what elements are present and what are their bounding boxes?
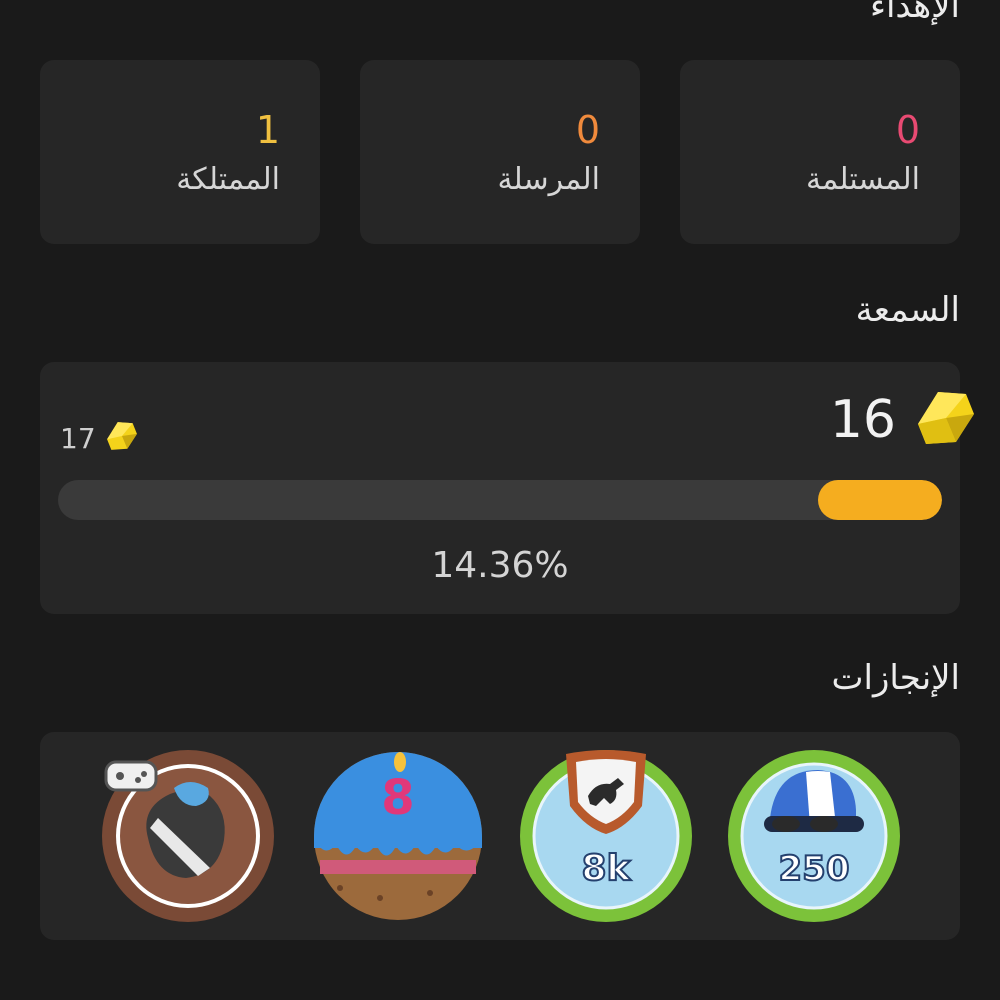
achievements-title: الإنجازات: [831, 658, 960, 698]
birthday-cake-badge-icon[interactable]: 8: [310, 748, 486, 924]
owned-label: الممتلكة: [176, 162, 280, 197]
sent-label: المرسلة: [497, 162, 600, 197]
horse-shield-badge-icon[interactable]: 8k: [518, 748, 694, 924]
small-gem-icon: [106, 420, 138, 456]
current-reputation-value: 16: [829, 390, 896, 450]
next-level-reputation: 17: [60, 420, 138, 456]
received-gifts-card[interactable]: 0 المستلمة: [680, 60, 960, 244]
sent-gifts-card[interactable]: 0 المرسلة: [360, 60, 640, 244]
gifts-title: الإهداء: [869, 0, 960, 26]
badge-8k-label: 8k: [582, 848, 632, 889]
next-level-value: 17: [60, 421, 96, 455]
cake-candle-number: 8: [381, 770, 414, 826]
gamer-jockey-badge-icon[interactable]: [100, 748, 276, 924]
reputation-progress-fill: [818, 480, 942, 520]
received-label: المستلمة: [806, 162, 920, 197]
reputation-progress-bar: [58, 480, 942, 520]
gem-icon: [916, 388, 976, 452]
sent-count: 0: [575, 108, 600, 152]
current-reputation: 16: [830, 388, 976, 452]
owned-count: 1: [255, 108, 280, 152]
received-count: 0: [895, 108, 920, 152]
reputation-title: السمعة: [855, 290, 960, 330]
jockey-helmet-badge-icon[interactable]: 250: [726, 748, 902, 924]
badge-250-label: 250: [779, 849, 850, 889]
reputation-percent: 14.36%: [431, 545, 569, 586]
owned-gifts-card[interactable]: 1 الممتلكة: [40, 60, 320, 244]
